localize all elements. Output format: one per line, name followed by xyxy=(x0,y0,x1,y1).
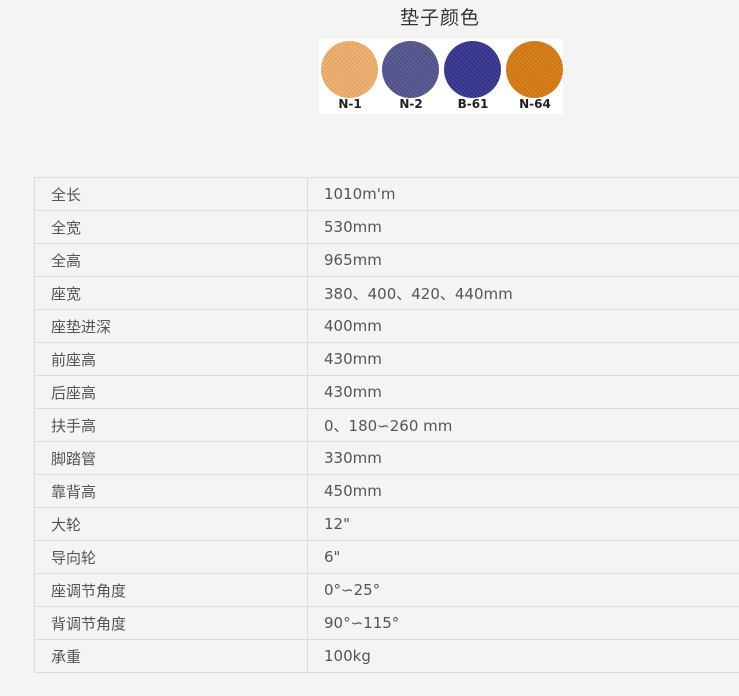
spec-value: 12" xyxy=(307,507,739,541)
spec-label: 全高 xyxy=(34,243,308,277)
spec-value: 430mm xyxy=(307,375,739,409)
color-swatch-code: N-2 xyxy=(399,97,423,111)
table-row: 脚踏管 330mm xyxy=(34,441,739,475)
spec-label: 扶手高 xyxy=(34,408,308,442)
color-swatch-circle xyxy=(506,41,563,98)
spec-value: 1010m'm xyxy=(307,177,739,211)
spec-table: 全长 1010m'm 全宽 530mm 全高 965mm 座宽 380、400、420、… xyxy=(34,177,739,673)
color-swatch-panel: N-1 N-2 B-61 N-64 xyxy=(319,39,563,114)
spec-value: 6" xyxy=(307,540,739,574)
table-row: 大轮 12" xyxy=(34,507,739,541)
table-row: 座宽 380、400、420、440mm xyxy=(34,276,739,310)
color-swatch[interactable]: N-1 xyxy=(320,39,380,114)
spec-label: 座宽 xyxy=(34,276,308,310)
spec-value: 0°∽25° xyxy=(307,573,739,607)
color-swatch-code: N-1 xyxy=(338,97,362,111)
spec-label: 座调节角度 xyxy=(34,573,308,607)
color-swatch[interactable]: N-64 xyxy=(505,39,565,114)
spec-label: 靠背高 xyxy=(34,474,308,508)
table-row: 承重 100kg xyxy=(34,639,739,673)
spec-value: 0、180∽260 mm xyxy=(307,408,739,442)
color-swatch-circle xyxy=(382,41,439,98)
spec-value: 380、400、420、440mm xyxy=(307,276,739,310)
table-row: 导向轮 6" xyxy=(34,540,739,574)
table-row: 后座高 430mm xyxy=(34,375,739,409)
spec-value: 400mm xyxy=(307,309,739,343)
spec-label: 导向轮 xyxy=(34,540,308,574)
color-swatch-circle xyxy=(444,41,501,98)
color-swatch-code: B-61 xyxy=(457,97,489,111)
table-row: 扶手高 0、180∽260 mm xyxy=(34,408,739,442)
table-row: 靠背高 450mm xyxy=(34,474,739,508)
table-row: 全宽 530mm xyxy=(34,210,739,244)
spec-value: 530mm xyxy=(307,210,739,244)
color-swatch-code: N-64 xyxy=(519,97,551,111)
table-row: 前座高 430mm xyxy=(34,342,739,376)
spec-value: 90°∽115° xyxy=(307,606,739,640)
table-row: 座调节角度 0°∽25° xyxy=(34,573,739,607)
spec-label: 全宽 xyxy=(34,210,308,244)
spec-label: 承重 xyxy=(34,639,308,673)
table-row: 全高 965mm xyxy=(34,243,739,277)
spec-label: 脚踏管 xyxy=(34,441,308,475)
color-swatch[interactable]: N-2 xyxy=(381,39,441,114)
product-detail-page: 垫子颜色 N-1 N-2 B-61 N-64 全长 1010m'm 全宽 530mm… xyxy=(0,0,739,696)
spec-label: 后座高 xyxy=(34,375,308,409)
spec-value: 430mm xyxy=(307,342,739,376)
table-row: 背调节角度 90°∽115° xyxy=(34,606,739,640)
color-swatch-circle xyxy=(321,41,378,98)
spec-label: 座垫进深 xyxy=(34,309,308,343)
spec-label: 大轮 xyxy=(34,507,308,541)
spec-value: 330mm xyxy=(307,441,739,475)
spec-value: 100kg xyxy=(307,639,739,673)
color-swatch[interactable]: B-61 xyxy=(443,39,503,114)
table-row: 座垫进深 400mm xyxy=(34,309,739,343)
spec-value: 965mm xyxy=(307,243,739,277)
cushion-colors-title: 垫子颜色 xyxy=(399,7,480,29)
spec-label: 前座高 xyxy=(34,342,308,376)
spec-label: 背调节角度 xyxy=(34,606,308,640)
table-row: 全长 1010m'm xyxy=(34,177,739,211)
spec-label: 全长 xyxy=(34,177,308,211)
spec-value: 450mm xyxy=(307,474,739,508)
